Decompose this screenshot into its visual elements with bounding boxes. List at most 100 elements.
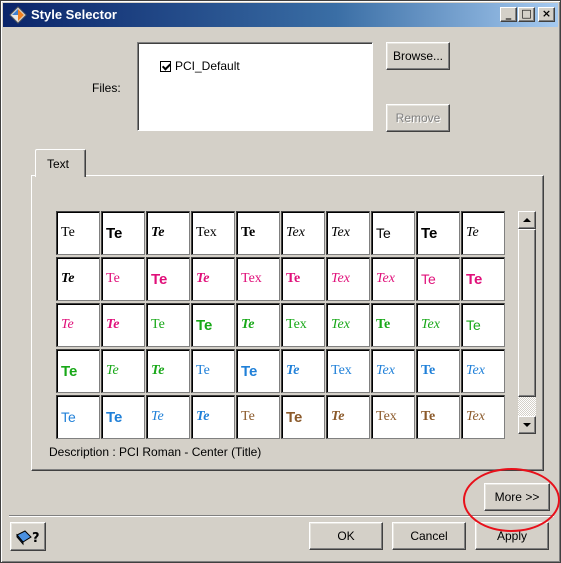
style-cell[interactable]: Te <box>101 211 145 255</box>
minimize-button[interactable]: _ <box>500 7 517 22</box>
apply-button[interactable]: Apply <box>475 522 549 550</box>
browse-button[interactable]: Browse... <box>386 42 450 70</box>
style-cell[interactable]: Tex <box>461 395 505 439</box>
style-cell[interactable]: Te <box>56 257 100 301</box>
style-cell[interactable]: Te <box>416 395 460 439</box>
tab-text[interactable]: Text <box>35 149 86 177</box>
scroll-up-button[interactable] <box>518 211 536 229</box>
style-sample-text: Tex <box>331 317 350 332</box>
style-sample-text: Te <box>421 363 436 378</box>
style-sample-text: Te <box>151 270 168 288</box>
style-cell[interactable]: Te <box>101 349 145 393</box>
style-cell[interactable]: Tex <box>281 211 325 255</box>
style-cell[interactable]: Te <box>56 211 100 255</box>
style-cell[interactable]: Te <box>236 303 280 347</box>
style-cell[interactable]: Tex <box>461 349 505 393</box>
vertical-scrollbar[interactable] <box>518 211 536 434</box>
files-label: Files: <box>92 81 121 95</box>
style-cell[interactable]: Te <box>281 257 325 301</box>
style-cell[interactable]: Te <box>101 257 145 301</box>
style-cell[interactable]: Te <box>281 349 325 393</box>
style-sample-text: Te <box>421 271 436 287</box>
style-cell[interactable]: Te <box>146 257 190 301</box>
style-cell[interactable]: Te <box>461 303 505 347</box>
style-cell[interactable]: Te <box>281 395 325 439</box>
style-cell[interactable]: Tex <box>326 303 370 347</box>
style-sample-text: Te <box>151 225 165 240</box>
remove-button[interactable]: Remove <box>386 104 450 132</box>
style-cell[interactable]: Te <box>236 211 280 255</box>
help-pointer-icon: ? <box>16 529 40 546</box>
help-button[interactable]: ? <box>10 522 46 551</box>
style-sample-text: Te <box>196 271 210 286</box>
style-cell[interactable]: Tex <box>236 257 280 301</box>
style-cell[interactable]: Te <box>191 303 235 347</box>
style-cell[interactable]: Te <box>236 349 280 393</box>
style-cell[interactable]: Te <box>101 395 145 439</box>
style-sample-text: Tex <box>286 317 307 332</box>
arrow-down-icon <box>523 423 531 427</box>
style-sample-text: Tex <box>376 363 395 378</box>
files-list[interactable]: PCI_Default <box>137 42 373 131</box>
style-cell[interactable]: Te <box>371 303 415 347</box>
style-cell[interactable]: Te <box>56 349 100 393</box>
style-sample-text: Te <box>421 409 436 424</box>
style-cell[interactable]: Tex <box>326 257 370 301</box>
file-item[interactable]: PCI_Default <box>160 59 240 73</box>
style-cell[interactable]: Te <box>146 211 190 255</box>
style-sample-text: Te <box>61 225 75 240</box>
style-cell[interactable]: Te <box>101 303 145 347</box>
title-bar[interactable]: Style Selector _ □ × <box>3 3 558 27</box>
style-cell[interactable]: Te <box>191 395 235 439</box>
style-sample-text: Te <box>286 408 303 426</box>
file-checkbox[interactable] <box>160 60 171 72</box>
style-cell[interactable]: Tex <box>416 303 460 347</box>
style-sample-text: Te <box>61 362 78 380</box>
scrollbar-thumb[interactable] <box>518 229 536 397</box>
style-sample-text: Te <box>241 362 258 380</box>
style-cell[interactable]: Te <box>236 395 280 439</box>
window-title: Style Selector <box>31 7 117 22</box>
scroll-down-button[interactable] <box>518 416 536 434</box>
style-grid: Te Te Te Tex Te Tex Tex Te Te Te Te Te Te Te Tex Te Tex T… <box>56 211 505 439</box>
style-cell[interactable]: Te <box>146 303 190 347</box>
style-cell[interactable]: Tex <box>326 211 370 255</box>
style-sample-text: Te <box>61 271 75 286</box>
style-cell[interactable]: Te <box>326 395 370 439</box>
style-sample-text: Te <box>151 363 165 378</box>
maximize-button[interactable]: □ <box>518 7 535 22</box>
style-cell[interactable]: Te <box>461 211 505 255</box>
style-cell[interactable]: Te <box>416 257 460 301</box>
style-cell[interactable]: Tex <box>371 257 415 301</box>
style-sample-text: Tex <box>421 317 440 332</box>
style-cell[interactable]: Te <box>461 257 505 301</box>
style-sample-text: Te <box>466 317 481 333</box>
style-cell[interactable]: Te <box>146 349 190 393</box>
cancel-button[interactable]: Cancel <box>392 522 466 550</box>
more-button[interactable]: More >> <box>484 483 550 511</box>
style-sample-text: Te <box>241 409 255 424</box>
style-cell[interactable]: Tex <box>191 211 235 255</box>
style-sample-text: Te <box>151 317 165 332</box>
style-cell[interactable]: Te <box>56 303 100 347</box>
close-button[interactable]: × <box>538 7 555 22</box>
style-cell[interactable]: Tex <box>326 349 370 393</box>
style-sample-text: Te <box>286 363 300 378</box>
style-cell[interactable]: Tex <box>371 395 415 439</box>
style-sample-text: Te <box>106 408 123 426</box>
style-cell[interactable]: Te <box>56 395 100 439</box>
style-sample-text: Te <box>241 225 256 240</box>
style-cell[interactable]: Tex <box>371 349 415 393</box>
style-sample-text: Tex <box>376 409 397 424</box>
ok-button[interactable]: OK <box>309 522 383 550</box>
style-cell[interactable]: Te <box>416 349 460 393</box>
style-cell[interactable]: Te <box>191 349 235 393</box>
footer-separator <box>9 515 554 517</box>
style-cell[interactable]: Tex <box>281 303 325 347</box>
style-cell[interactable]: Te <box>371 211 415 255</box>
style-cell[interactable]: Te <box>416 211 460 255</box>
style-cell[interactable]: Te <box>191 257 235 301</box>
style-sample-text: Te <box>106 363 119 378</box>
style-cell[interactable]: Te <box>146 395 190 439</box>
style-sample-text: Tex <box>331 271 350 286</box>
